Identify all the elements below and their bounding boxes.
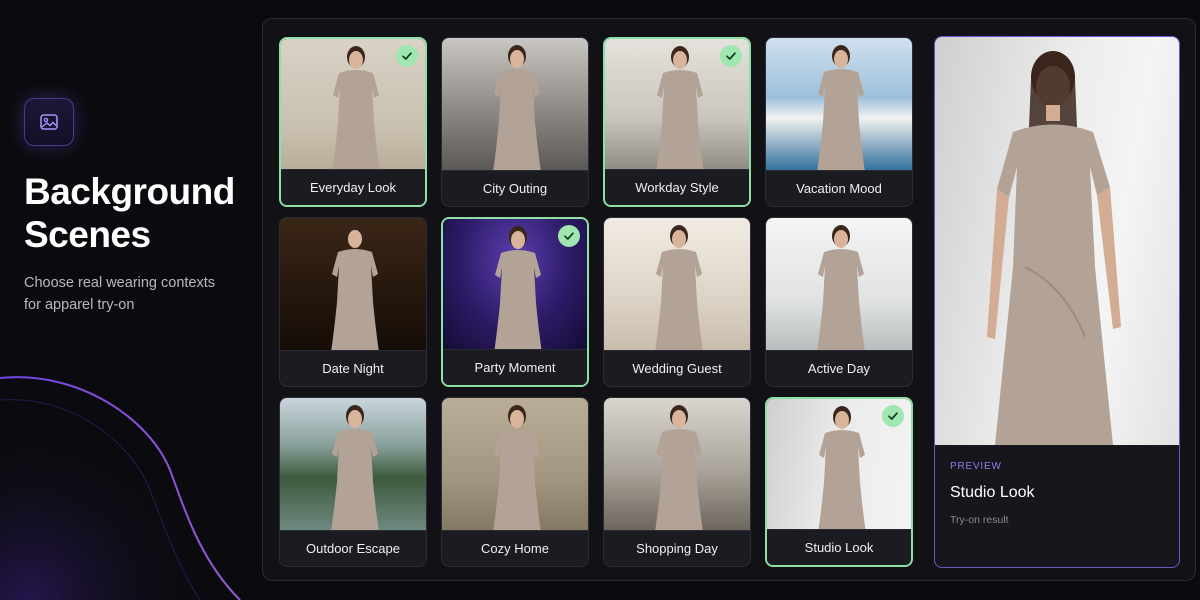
model-figure [332,46,380,173]
scene-label: Wedding Guest [604,350,750,386]
scene-card[interactable]: Studio Look [765,397,913,567]
preview-info: PREVIEW Studio Look Try-on result [950,461,1035,526]
scene-label: Party Moment [443,349,587,385]
scene-card[interactable]: Workday Style [603,37,751,207]
preview-title: Studio Look [950,484,1035,501]
preview-card: PREVIEW Studio Look Try-on result [934,36,1180,568]
model-figure [655,225,703,352]
scene-label: Studio Look [767,529,911,565]
page-title-line2: Scenes [24,214,151,255]
model-figure [494,226,542,353]
scene-image [280,398,426,532]
scene-label: City Outing [442,170,588,206]
scene-label: Vacation Mood [766,170,912,206]
scene-label: Workday Style [605,169,749,205]
model-figure [818,406,866,533]
preview-eyebrow: PREVIEW [950,461,1002,472]
scene-label: Cozy Home [442,530,588,566]
preview-image [935,37,1179,445]
scene-card[interactable]: Active Day [765,217,913,387]
scene-card[interactable]: Shopping Day [603,397,751,567]
scene-image [604,218,750,352]
scene-card[interactable]: Wedding Guest [603,217,751,387]
scene-label: Active Day [766,350,912,386]
model-figure [331,405,379,532]
scene-grid: Everyday Look City Outing Workday Style Vac… [279,37,913,567]
scene-image [442,398,588,532]
page-title: Background Scenes [24,170,244,256]
scene-card[interactable]: Party Moment [441,217,589,387]
model-figure [817,45,865,172]
model-figure [656,46,704,173]
scene-label: Outdoor Escape [280,530,426,566]
check-icon [720,45,742,67]
check-icon [882,405,904,427]
page-title-line1: Background [24,171,235,212]
scene-image [766,218,912,352]
scene-card[interactable]: City Outing [441,37,589,207]
scene-label: Date Night [280,350,426,386]
model-figure [493,45,541,172]
scene-image [280,218,426,352]
check-icon [558,225,580,247]
image-icon [24,98,74,146]
scene-card[interactable]: Vacation Mood [765,37,913,207]
scene-label: Everyday Look [281,169,425,205]
scenes-panel: Everyday Look City Outing Workday Style Vac… [262,18,1196,581]
scene-card[interactable]: Everyday Look [279,37,427,207]
scene-card[interactable]: Outdoor Escape [279,397,427,567]
scene-image [604,398,750,532]
scene-card[interactable]: Cozy Home [441,397,589,567]
model-figure [331,225,379,352]
scene-image [442,38,588,172]
preview-subtitle: Try-on result [950,514,1009,526]
header-section: Background Scenes Choose real wearing co… [24,98,244,316]
page-subtitle: Choose real wearing contexts for apparel… [24,275,216,313]
scene-card[interactable]: Date Night [279,217,427,387]
scene-label: Shopping Day [604,530,750,566]
scene-image [766,38,912,172]
model-figure [655,405,703,532]
model-figure [493,405,541,532]
preview-figure [987,51,1121,445]
model-figure [817,225,865,352]
check-icon [396,45,418,67]
